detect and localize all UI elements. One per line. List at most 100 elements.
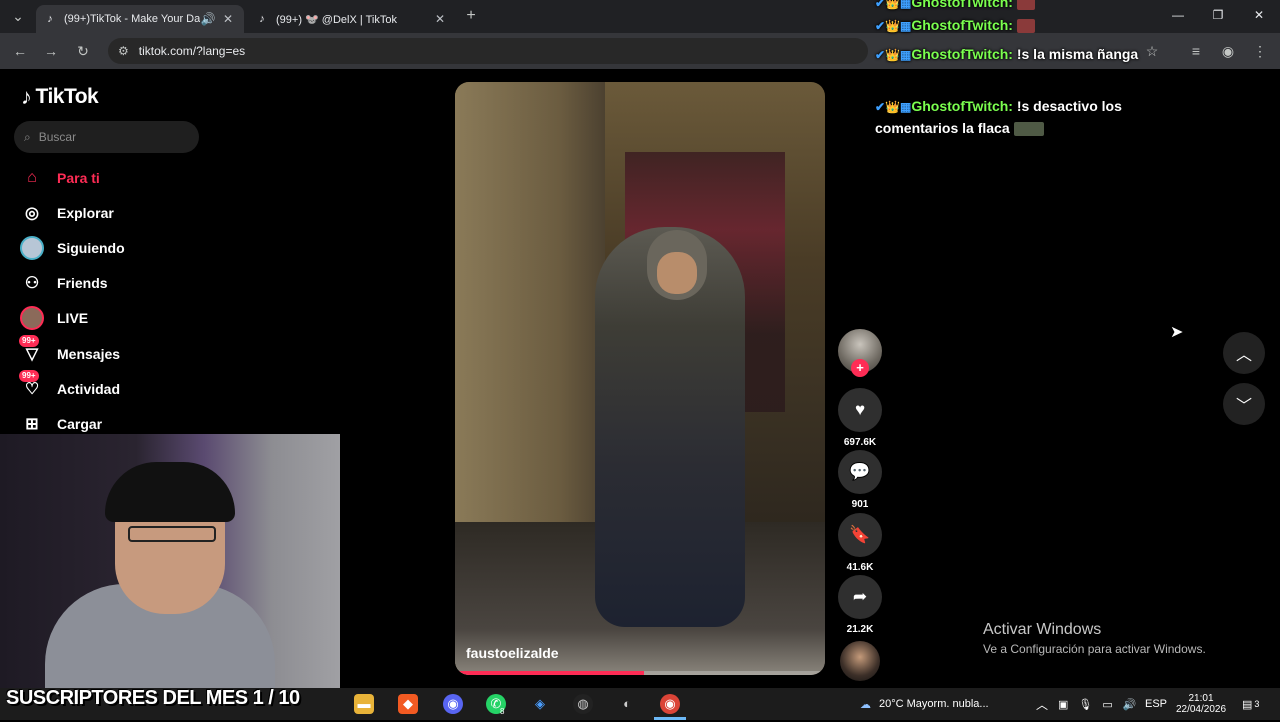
back-icon[interactable]: ←: [10, 41, 30, 61]
tiktok-logo[interactable]: ♪ TikTok: [21, 84, 99, 110]
nav-label: Mensajes: [57, 346, 121, 362]
video-progress-fill: [455, 671, 644, 675]
nav-label: Friends: [57, 275, 108, 291]
bookmark-icon[interactable]: 🔖: [838, 513, 882, 557]
language-indicator[interactable]: ESP: [1145, 688, 1167, 720]
volume-icon: 🔊: [1122, 698, 1137, 711]
save-count: 41.6K: [846, 562, 874, 573]
site-info-icon[interactable]: ⚙: [118, 44, 129, 58]
brave-icon[interactable]: ◆: [398, 694, 418, 714]
like-action[interactable]: ♥ 697.6K: [838, 388, 882, 448]
music-disc-icon[interactable]: [840, 641, 880, 681]
nav-para-ti[interactable]: ⌂ Para ti: [20, 164, 100, 192]
whatsapp-icon[interactable]: ✆ 8: [486, 694, 506, 716]
chat-username: GhostofTwitch:: [911, 98, 1013, 114]
nav-label: LIVE: [57, 310, 89, 326]
chat-badges-icon: ✔👑▦: [875, 19, 912, 33]
speaker-icon[interactable]: 🔊: [200, 12, 216, 26]
app-icon[interactable]: ◈: [530, 694, 550, 714]
mouse-cursor-icon: ➤: [1170, 324, 1184, 341]
comment-icon[interactable]: 💬: [838, 450, 882, 494]
previous-video-button[interactable]: ︿: [1223, 332, 1265, 374]
emote-icon: [1016, 19, 1035, 34]
share-icon[interactable]: ➦: [838, 575, 882, 619]
messages-icon: ▽ 99+: [19, 335, 44, 366]
close-tab-icon[interactable]: ✕: [220, 12, 236, 26]
share-action[interactable]: ➦ 21.2K: [838, 575, 882, 635]
save-action[interactable]: 🔖 41.6K: [838, 513, 882, 573]
profile-icon[interactable]: ◉: [1218, 41, 1238, 61]
clock[interactable]: 21:01 22/04/2026: [1175, 688, 1227, 720]
chat-username: GhostofTwitch:: [911, 0, 1013, 10]
heart-icon[interactable]: ♥: [838, 388, 882, 432]
follow-button[interactable]: +: [851, 359, 869, 377]
search-input[interactable]: [38, 130, 179, 144]
tiktok-icon: ♪: [21, 84, 32, 109]
chat-message: ✔👑▦GhostofTwitch:: [875, 15, 1205, 37]
notification-center[interactable]: ▤ 3: [1242, 688, 1259, 720]
chat-message: ✔👑▦GhostofTwitch:: [875, 0, 1205, 14]
forward-icon[interactable]: →: [41, 41, 61, 61]
comment-action[interactable]: 💬 901: [838, 450, 882, 510]
webcam-feed: [128, 526, 216, 542]
activity-icon: ♡ 99+: [19, 370, 44, 401]
weather-widget[interactable]: ☁ 20°C Mayorm. nubla...: [860, 688, 989, 720]
tray-icons[interactable]: ▣ 🎙 ▭ 🔊: [1058, 688, 1136, 720]
camera-icon: ▣: [1058, 698, 1069, 711]
upload-icon: ⊞: [25, 416, 39, 433]
video-progress-bar[interactable]: [455, 671, 825, 675]
file-explorer-icon[interactable]: ▬: [354, 694, 374, 714]
emote-icon: [1016, 0, 1035, 11]
logo-text: TikTok: [35, 85, 99, 108]
weather-text: 20°C Mayorm. nubla...: [879, 698, 989, 710]
chat-username: GhostofTwitch:: [911, 46, 1013, 62]
whatsapp-badge: 8: [500, 707, 505, 716]
reload-icon[interactable]: ↻: [73, 41, 93, 61]
chat-username: GhostofTwitch:: [911, 17, 1013, 33]
clock-date: 22/04/2026: [1175, 704, 1227, 715]
chrome-icon[interactable]: ◉: [660, 694, 680, 714]
messages-badge: 99+: [19, 335, 39, 347]
chevron-down-icon: ﹀: [1235, 398, 1252, 415]
nav-friends[interactable]: ⚇ Friends: [20, 269, 108, 297]
tab-title: (99+)TikTok - Make Your Da: [64, 13, 200, 25]
menu-icon[interactable]: ⋮: [1250, 41, 1270, 61]
nav-siguiendo[interactable]: Siguiendo: [20, 234, 125, 262]
obs-icon[interactable]: ◍: [573, 694, 593, 714]
new-tab-icon[interactable]: +: [461, 6, 481, 26]
subscribers-banner: SUSCRIPTORES DEL MES 1 / 10: [6, 687, 300, 709]
chat-badges-icon: ✔👑▦: [875, 100, 912, 114]
search-box[interactable]: ⌕: [14, 121, 199, 153]
nav-mensajes[interactable]: ▽ 99+ Mensajes: [19, 335, 121, 368]
app-icon[interactable]: ◐: [617, 694, 637, 714]
address-bar[interactable]: ⚙ tiktok.com/?lang=es: [108, 38, 868, 64]
next-video-button[interactable]: ﹀: [1223, 383, 1265, 425]
tab-tiktok-main[interactable]: ♪ (99+)TikTok - Make Your Da 🔊 ✕: [36, 5, 244, 33]
tiktok-icon: ♪: [47, 13, 53, 25]
nav-live[interactable]: LIVE: [20, 304, 88, 332]
close-tab-icon[interactable]: ✕: [432, 12, 448, 26]
tab-delx[interactable]: ♪ (99+) 🐭 @DelX | TikTok ✕: [248, 5, 456, 33]
tray-chevron-icon[interactable]: ︿: [1036, 688, 1048, 720]
discord-icon[interactable]: ◉: [443, 694, 463, 714]
webcam-feed: [105, 462, 235, 522]
windows-activation-watermark: Activar Windows Ve a Configuración para …: [983, 621, 1206, 656]
activation-subtitle: Ve a Configuración para activar Windows.: [983, 642, 1206, 656]
close-window-icon[interactable]: ✕: [1249, 8, 1269, 24]
notification-count: 3: [1254, 699, 1260, 709]
nav-explorar[interactable]: ◎ Explorar: [20, 199, 114, 227]
like-count: 697.6K: [843, 437, 877, 448]
video-author[interactable]: faustoelizalde: [466, 645, 559, 661]
chat-message: ✔👑▦GhostofTwitch: !s desactivo los comen…: [875, 96, 1205, 139]
tab-search-icon[interactable]: ⌄: [8, 6, 28, 26]
nav-label: Siguiendo: [57, 240, 125, 256]
notification-icon: ▤: [1242, 698, 1253, 711]
tiktok-icon: ♪: [259, 13, 265, 25]
search-icon: ⌕: [24, 129, 31, 144]
nav-label: Explorar: [57, 205, 114, 221]
nav-actividad[interactable]: ♡ 99+ Actividad: [19, 370, 120, 403]
restore-icon[interactable]: ❐: [1208, 8, 1228, 24]
video-player[interactable]: faustoelizalde: [455, 82, 825, 675]
chat-message: ✔👑▦GhostofTwitch: !s la misma ñanga: [875, 44, 1205, 66]
clock-time: 21:01: [1188, 693, 1214, 704]
